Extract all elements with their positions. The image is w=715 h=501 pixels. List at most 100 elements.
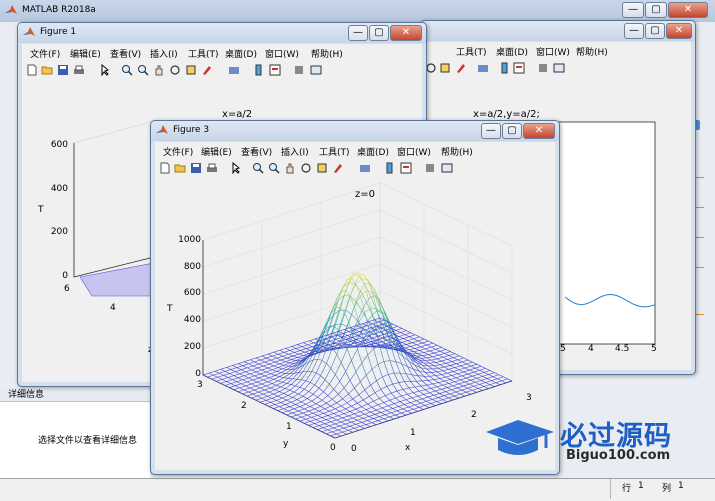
menu-help[interactable]: 帮助(H) — [311, 47, 343, 60]
menu-tools[interactable]: 工具(T) — [188, 47, 219, 60]
figure3-mesh-line — [319, 388, 323, 392]
link-plot-icon[interactable] — [477, 62, 489, 74]
pan-icon[interactable] — [153, 64, 165, 76]
figure3-mesh-line — [260, 372, 266, 374]
figure3-minimize-button[interactable]: — — [481, 123, 501, 139]
menu-help[interactable]: 帮助(H) — [441, 145, 473, 158]
save-icon[interactable] — [57, 64, 69, 76]
figure3-mesh-line — [345, 424, 349, 426]
figure3-mesh-line — [390, 361, 394, 374]
figure3-maximize-button[interactable]: ▢ — [502, 123, 522, 139]
figure3-mesh-line — [256, 358, 260, 360]
figure3-mesh-line — [256, 384, 262, 386]
zoom-in-icon[interactable] — [121, 64, 133, 76]
menu-insert[interactable]: 插入(I) — [150, 47, 178, 60]
zoom-out-icon[interactable] — [268, 162, 280, 174]
figure3-mesh-line — [463, 386, 467, 388]
figure2-close-button[interactable]: ✕ — [666, 23, 692, 39]
rotate-icon[interactable] — [169, 64, 181, 76]
figure1-ytick: 4 — [110, 303, 116, 313]
figure3-mesh-line — [269, 375, 275, 377]
edit-plot-icon[interactable] — [230, 162, 242, 174]
colorbar-icon[interactable] — [384, 162, 396, 174]
figure3-mesh-line — [291, 415, 297, 417]
datatip-icon[interactable] — [439, 62, 451, 74]
maximize-icon: ▢ — [651, 4, 660, 15]
figure3-mesh-line — [301, 417, 305, 419]
colorbar-icon[interactable] — [253, 64, 265, 76]
print-icon[interactable] — [206, 162, 218, 174]
menu-tools[interactable]: 工具(T) — [319, 145, 350, 158]
hide-tools-icon[interactable] — [537, 62, 549, 74]
datatip-icon[interactable] — [316, 162, 328, 174]
colorbar-icon[interactable] — [499, 62, 511, 74]
brush-icon[interactable] — [455, 62, 467, 74]
hide-tools-icon[interactable] — [424, 162, 436, 174]
figure3-titlebar[interactable]: Figure 3 — ▢ ✕ — [151, 121, 559, 141]
print-icon[interactable] — [73, 64, 85, 76]
menu-desktop[interactable]: 桌面(D) — [496, 45, 528, 58]
main-minimize-button[interactable]: — — [622, 2, 644, 18]
figure3-mesh-line — [478, 374, 482, 376]
legend-icon[interactable] — [513, 62, 525, 74]
menu-desktop[interactable]: 桌面(D) — [357, 145, 389, 158]
figure3-mesh-line — [444, 394, 450, 396]
menu-view[interactable]: 查看(V) — [110, 47, 141, 60]
datatip-icon[interactable] — [185, 64, 197, 76]
figure3-mesh-line — [415, 387, 419, 391]
menu-window[interactable]: 窗口(W) — [397, 145, 431, 158]
show-tools-icon[interactable] — [310, 64, 322, 76]
menu-tools[interactable]: 工具(T) — [456, 45, 487, 58]
figure3-mesh-line — [323, 426, 329, 428]
menu-edit[interactable]: 编辑(E) — [70, 47, 101, 60]
menu-file[interactable]: 文件(F) — [163, 145, 193, 158]
link-plot-icon[interactable] — [228, 64, 240, 76]
figure2-minimize-button[interactable]: — — [624, 23, 644, 39]
open-file-icon[interactable] — [174, 162, 186, 174]
open-file-icon[interactable] — [41, 64, 53, 76]
menu-insert[interactable]: 插入(I) — [281, 145, 309, 158]
figure3-mesh-line — [459, 382, 465, 384]
figure3-mesh-line — [295, 417, 301, 419]
figure1-titlebar[interactable]: Figure 1 — ▢ ✕ — [18, 23, 426, 43]
new-figure-icon[interactable] — [159, 162, 171, 174]
legend-icon[interactable] — [269, 64, 281, 76]
menu-view[interactable]: 查看(V) — [241, 145, 272, 158]
figure3-mesh-line — [335, 363, 341, 375]
hide-tools-icon[interactable] — [293, 64, 305, 76]
new-figure-icon[interactable] — [26, 64, 38, 76]
brush-icon[interactable] — [332, 162, 344, 174]
figure1-maximize-button[interactable]: ▢ — [369, 25, 389, 41]
brush-icon[interactable] — [201, 64, 213, 76]
figure3-mesh-line — [292, 346, 296, 348]
zoom-in-icon[interactable] — [252, 162, 264, 174]
menu-window[interactable]: 窗口(W) — [265, 47, 299, 60]
figure3-close-button[interactable]: ✕ — [523, 123, 555, 139]
legend-icon[interactable] — [400, 162, 412, 174]
menu-desktop[interactable]: 桌面(D) — [225, 47, 257, 60]
menu-file[interactable]: 文件(F) — [30, 47, 60, 60]
save-icon[interactable] — [190, 162, 202, 174]
edit-plot-icon[interactable] — [99, 64, 111, 76]
figure3-mesh-line — [324, 392, 328, 396]
menu-window[interactable]: 窗口(W) — [536, 45, 570, 58]
pan-icon[interactable] — [284, 162, 296, 174]
link-plot-icon[interactable] — [359, 162, 371, 174]
figure3-mesh-line — [491, 381, 495, 383]
zoom-out-icon[interactable] — [137, 64, 149, 76]
menu-edit[interactable]: 编辑(E) — [201, 145, 232, 158]
figure2-maximize-button[interactable]: ▢ — [645, 23, 665, 39]
main-close-button[interactable]: ✕ — [668, 2, 708, 18]
figure3-mesh-line — [207, 375, 213, 377]
figure3-mesh-line — [402, 328, 406, 330]
main-maximize-button[interactable]: ▢ — [645, 2, 667, 18]
rotate-icon[interactable] — [300, 162, 312, 174]
show-tools-icon[interactable] — [553, 62, 565, 74]
show-tools-icon[interactable] — [441, 162, 453, 174]
figure3-mesh-line — [388, 374, 392, 384]
figure1-close-button[interactable]: ✕ — [390, 25, 422, 41]
menu-help[interactable]: 帮助(H) — [576, 45, 608, 58]
figure2-titlebar[interactable]: — ▢ ✕ — [421, 21, 695, 41]
figure3-mesh-line — [425, 347, 431, 349]
figure1-minimize-button[interactable]: — — [348, 25, 368, 41]
